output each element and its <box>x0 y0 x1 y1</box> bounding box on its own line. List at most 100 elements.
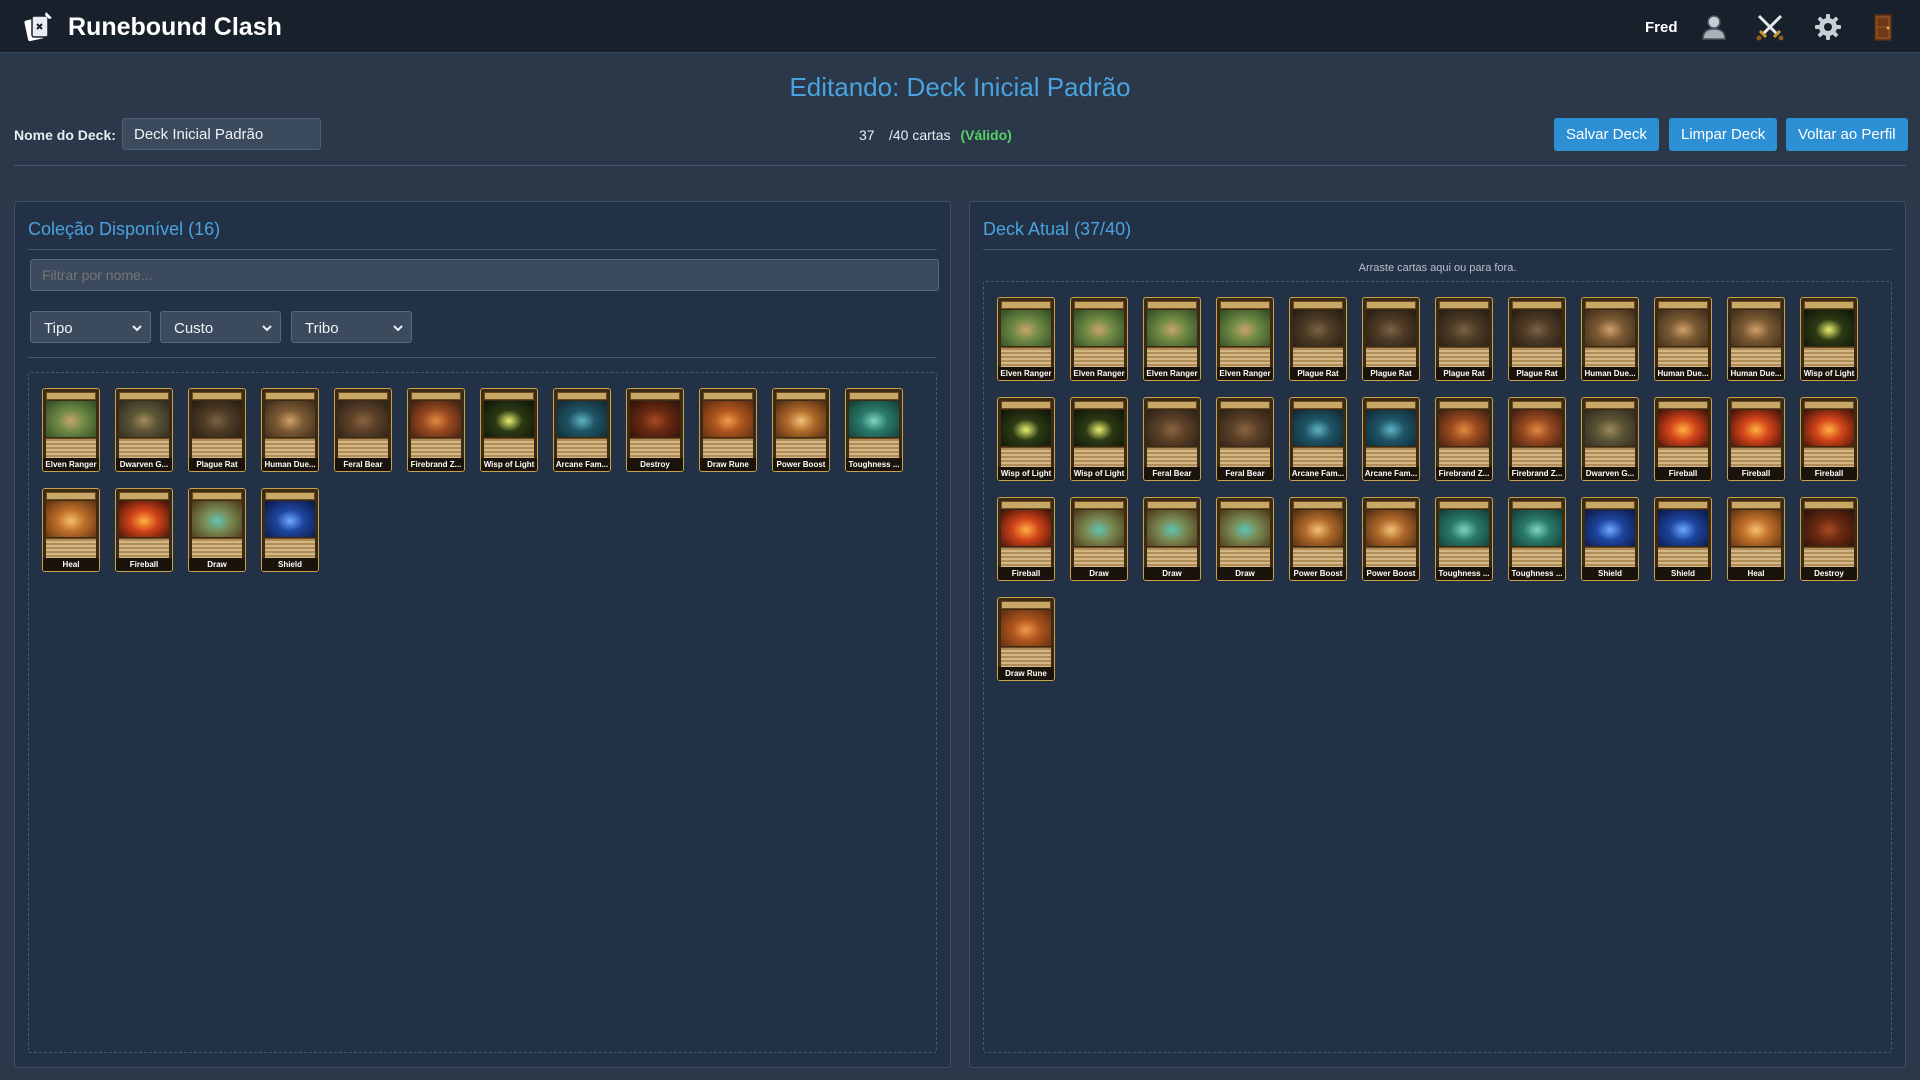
collection-card[interactable]: Elven Ranger <box>42 388 100 472</box>
deck-name-input[interactable] <box>122 118 321 150</box>
deck-card[interactable]: Human Due... <box>1654 297 1712 381</box>
collection-card[interactable]: Firebrand Z... <box>407 388 465 472</box>
deck-card[interactable]: Fireball <box>997 497 1055 581</box>
deck-card[interactable]: Plague Rat <box>1508 297 1566 381</box>
deck-card[interactable]: Power Boost <box>1362 497 1420 581</box>
card-name-label: Elven Ranger <box>43 458 99 471</box>
card-name-label: Wisp of Light <box>998 467 1054 480</box>
collection-card[interactable]: Fireball <box>115 488 173 572</box>
deck-card[interactable]: Feral Bear <box>1216 397 1274 481</box>
profile-icon[interactable] <box>1699 12 1729 42</box>
logo-icon[interactable] <box>24 10 54 42</box>
deck-card[interactable]: Elven Ranger <box>1216 297 1274 381</box>
deck-card[interactable]: Wisp of Light <box>1070 397 1128 481</box>
deck-card[interactable]: Firebrand Z... <box>1508 397 1566 481</box>
card-name-label: Wisp of Light <box>1071 467 1127 480</box>
card-rules-text-box <box>411 438 461 459</box>
card-name-label: Human Due... <box>262 458 318 471</box>
deck-card[interactable]: Elven Ranger <box>1143 297 1201 381</box>
card-name-label: Toughness ... <box>846 458 902 471</box>
card-title-bar <box>119 392 169 400</box>
card-art-fire <box>1001 510 1051 546</box>
collection-card[interactable]: Human Due... <box>261 388 319 472</box>
battle-swords-icon[interactable] <box>1755 12 1785 42</box>
card-art-arcane <box>1293 410 1343 446</box>
card-title-bar <box>776 392 826 400</box>
deck-card[interactable]: Plague Rat <box>1289 297 1347 381</box>
deck-card[interactable]: Plague Rat <box>1362 297 1420 381</box>
card-title-bar <box>849 392 899 400</box>
collection-card[interactable]: Shield <box>261 488 319 572</box>
collection-panel: Coleção Disponível (16) Tipo Custo Tribo… <box>14 201 951 1068</box>
card-art-wisp <box>1001 410 1051 446</box>
collection-card[interactable]: Arcane Fam... <box>553 388 611 472</box>
deck-card[interactable]: Fireball <box>1654 397 1712 481</box>
deck-card[interactable]: Draw <box>1216 497 1274 581</box>
deck-card[interactable]: Firebrand Z... <box>1435 397 1493 481</box>
collection-card[interactable]: Heal <box>42 488 100 572</box>
deck-card[interactable]: Shield <box>1581 497 1639 581</box>
card-name-label: Firebrand Z... <box>1436 467 1492 480</box>
card-rules-text-box <box>46 438 96 459</box>
deck-card[interactable]: Fireball <box>1727 397 1785 481</box>
collection-card[interactable]: Toughness ... <box>845 388 903 472</box>
filter-name-input[interactable] <box>30 259 939 291</box>
collection-card[interactable]: Plague Rat <box>188 388 246 472</box>
deck-card[interactable]: Arcane Fam... <box>1289 397 1347 481</box>
card-title-bar <box>1366 301 1416 309</box>
card-art-boost <box>776 401 826 437</box>
collection-card[interactable]: Power Boost <box>772 388 830 472</box>
collection-card[interactable]: Dwarven G... <box>115 388 173 472</box>
deck-card[interactable]: Plague Rat <box>1435 297 1493 381</box>
username: Fred <box>1645 19 1678 36</box>
deck-card[interactable]: Elven Ranger <box>1070 297 1128 381</box>
gear-icon[interactable] <box>1813 12 1843 42</box>
card-name-label: Toughness ... <box>1509 567 1565 580</box>
deck-card[interactable]: Elven Ranger <box>997 297 1055 381</box>
clear-deck-button[interactable]: Limpar Deck <box>1669 118 1778 151</box>
card-rules-text-box <box>1439 347 1489 368</box>
card-title-bar <box>1512 501 1562 509</box>
deck-card[interactable]: Human Due... <box>1727 297 1785 381</box>
deck-card[interactable]: Toughness ... <box>1435 497 1493 581</box>
back-to-profile-button[interactable]: Voltar ao Perfil <box>1786 118 1908 151</box>
card-title-bar <box>1804 501 1854 509</box>
collection-card[interactable]: Draw Rune <box>699 388 757 472</box>
collection-card[interactable]: Draw <box>188 488 246 572</box>
collection-card[interactable]: Destroy <box>626 388 684 472</box>
collection-card[interactable]: Feral Bear <box>334 388 392 472</box>
card-art-fire <box>119 501 169 537</box>
deck-card[interactable]: Power Boost <box>1289 497 1347 581</box>
save-deck-button[interactable]: Salvar Deck <box>1554 118 1659 151</box>
deck-card[interactable]: Destroy <box>1800 497 1858 581</box>
card-rules-text-box <box>1074 547 1124 568</box>
collection-card[interactable]: Wisp of Light <box>480 388 538 472</box>
deck-card[interactable]: Human Due... <box>1581 297 1639 381</box>
deck-card[interactable]: Toughness ... <box>1508 497 1566 581</box>
deck-card[interactable]: Arcane Fam... <box>1362 397 1420 481</box>
deck-card[interactable]: Draw <box>1070 497 1128 581</box>
card-art-rat <box>1366 310 1416 346</box>
type-filter-select[interactable]: Tipo <box>30 311 151 343</box>
card-title-bar <box>1220 401 1270 409</box>
deck-card[interactable]: Fireball <box>1800 397 1858 481</box>
card-title-bar <box>1512 301 1562 309</box>
deck-card[interactable]: Wisp of Light <box>997 397 1055 481</box>
deck-card[interactable]: Shield <box>1654 497 1712 581</box>
deck-card[interactable]: Draw Rune <box>997 597 1055 681</box>
deck-card[interactable]: Wisp of Light <box>1800 297 1858 381</box>
card-rules-text-box <box>338 438 388 459</box>
app-title[interactable]: Runebound Clash <box>68 13 282 42</box>
deck-card[interactable]: Feral Bear <box>1143 397 1201 481</box>
cost-filter-select[interactable]: Custo <box>160 311 281 343</box>
card-name-label: Shield <box>1582 567 1638 580</box>
card-name-label: Firebrand Z... <box>1509 467 1565 480</box>
deck-drop-zone[interactable]: Elven Ranger Elven Ranger Elven Ranger Elve… <box>983 281 1892 1053</box>
deck-card[interactable]: Draw <box>1143 497 1201 581</box>
tribe-filter-select[interactable]: Tribo <box>291 311 412 343</box>
exit-door-icon[interactable] <box>1868 12 1898 42</box>
card-rules-text-box <box>1293 547 1343 568</box>
deck-card[interactable]: Dwarven G... <box>1581 397 1639 481</box>
collection-card-area[interactable]: Elven Ranger Dwarven G... Plague Rat Human … <box>28 372 937 1053</box>
deck-card[interactable]: Heal <box>1727 497 1785 581</box>
